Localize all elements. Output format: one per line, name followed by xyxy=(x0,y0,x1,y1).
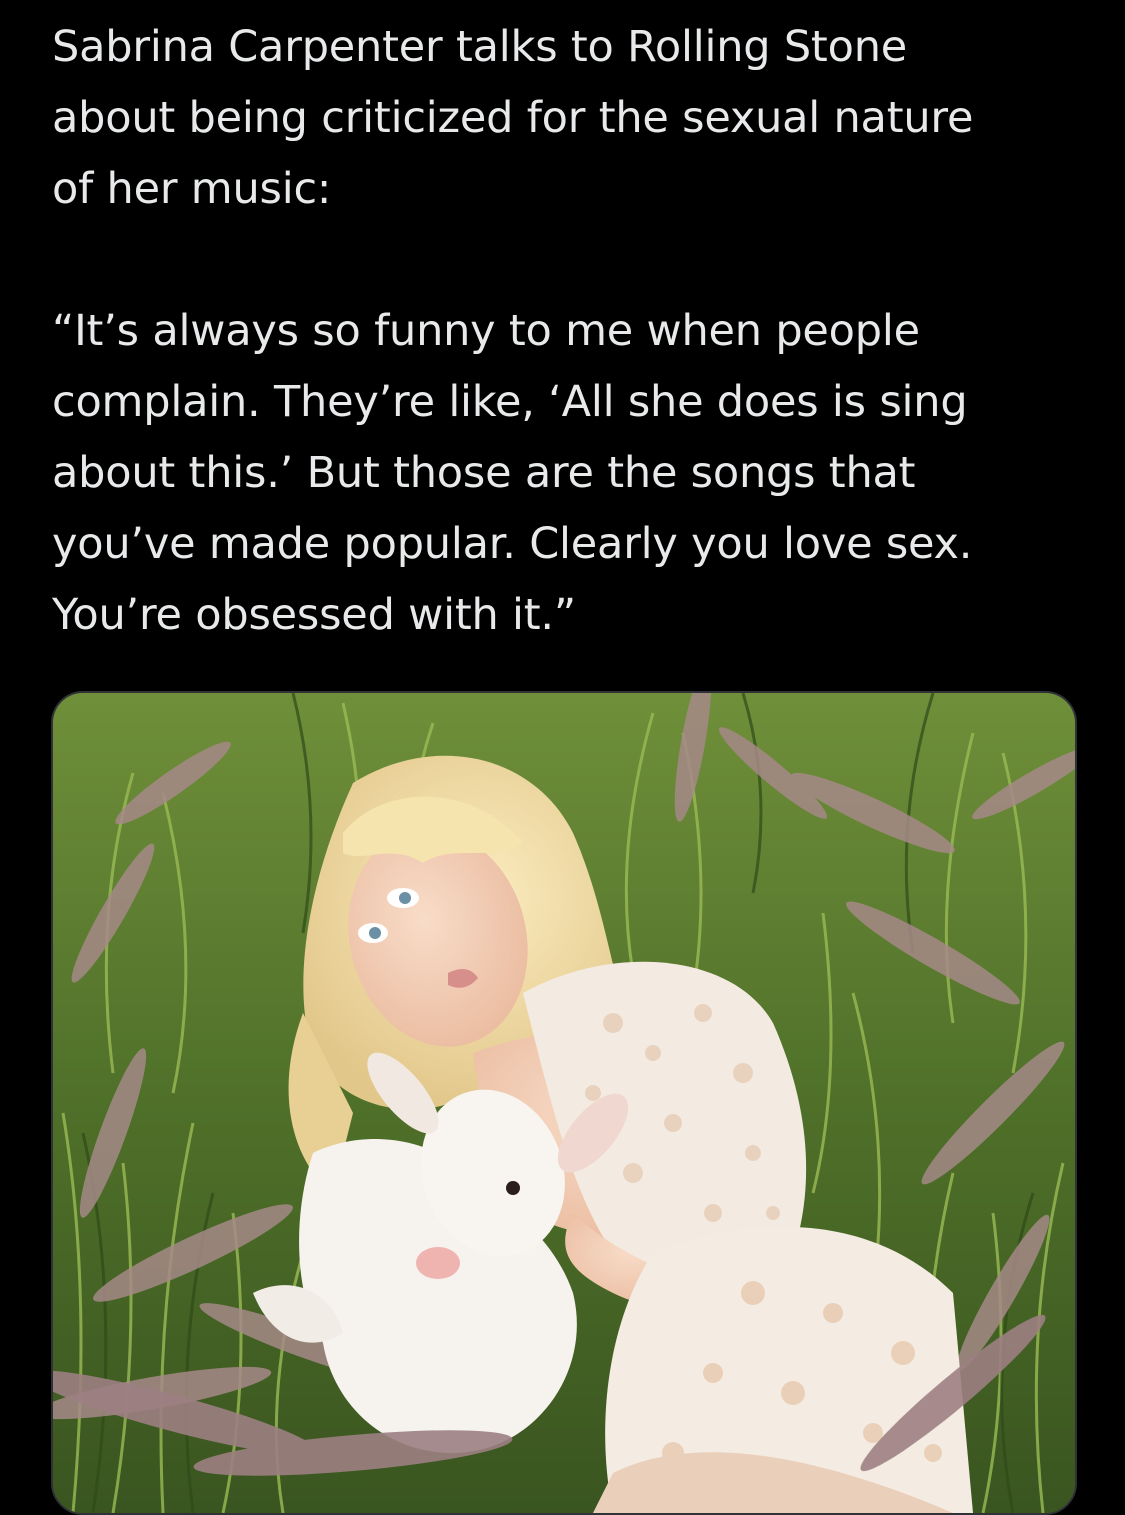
post-media-photo[interactable] xyxy=(51,691,1077,1515)
quote-line: about this.’ But those are the songs tha… xyxy=(52,448,916,498)
quote-line: “It’s always so funny to me when people xyxy=(52,306,920,356)
quote-line: You’re obsessed with it.” xyxy=(52,590,576,640)
lamb-eye xyxy=(506,1181,520,1195)
quote-line: complain. They’re like, ‘All she does is… xyxy=(52,377,968,427)
post-text-line: Sabrina Carpenter talks to Rolling Stone xyxy=(52,22,908,72)
lamb-nose xyxy=(416,1247,460,1279)
post-text: Sabrina Carpenter talks to Rolling Stone… xyxy=(52,12,1082,651)
post-text-line: of her music: xyxy=(52,164,332,214)
photo-illustration xyxy=(53,693,1075,1513)
quote-line: you’ve made popular. Clearly you love se… xyxy=(52,519,973,569)
post-text-line: about being criticized for the sexual na… xyxy=(52,93,974,143)
